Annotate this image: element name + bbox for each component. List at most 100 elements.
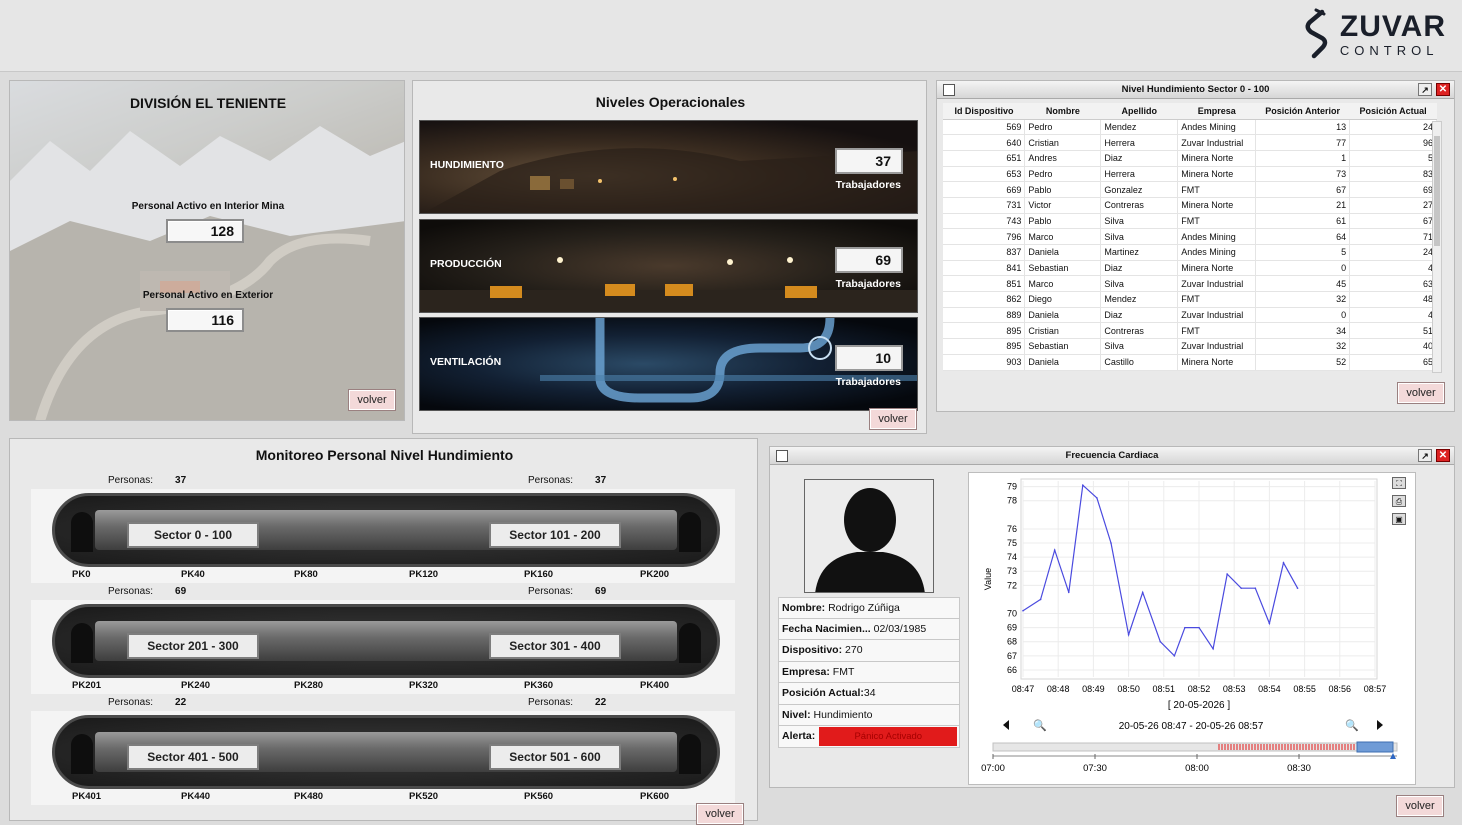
close-icon[interactable]: ✕ [1436,449,1450,462]
info-posicion: Posición Actual:34 [778,683,960,705]
table-row[interactable]: 669 Pablo Gonzalez FMT 67 69 [943,181,1437,198]
personas-count: 69 [175,586,187,597]
table-row[interactable]: 731 Victor Contreras Minera Norte 21 27 [943,197,1437,214]
column-header[interactable]: Nombre [1024,103,1101,120]
sector-button-left[interactable]: Sector 0 - 100 [127,522,259,548]
level-card-ventilacion[interactable]: VENTILACIÓN 10 Trabajadores [419,317,918,411]
table-cell: 4 [1349,260,1437,277]
table-row[interactable]: 895 Cristian Contreras FMT 34 51 [943,322,1437,340]
table-row[interactable]: 889 Daniela Diaz Zuvar Industrial 0 4 [943,307,1437,324]
table-cell: Sebastian [1024,338,1102,355]
x-tick-label: 08:52 [1188,684,1211,694]
personas-label: Personas: [108,475,154,486]
niveles-title: Niveles Operacionales [595,94,746,110]
table-cell: 903 [943,354,1026,371]
table-cell: Diaz [1100,307,1179,324]
table-cell: Gonzalez [1100,181,1179,198]
tunnel-graphic: Sector 0 - 100 Sector 101 - 200 [52,493,720,567]
table-cell: Daniela [1024,354,1102,371]
table-row[interactable]: 895 Sebastian Silva Zuvar Industrial 32 40 [943,338,1437,355]
table-cell: 13 [1255,119,1351,136]
maximize-icon[interactable]: ↗ [1418,449,1432,462]
nav-right-arrow-icon[interactable] [1377,720,1383,730]
tunnel-entrance-icon [679,734,701,774]
table-row[interactable]: 862 Diego Mendez FMT 32 48 [943,291,1437,308]
volver-button[interactable]: volver [696,803,744,825]
column-header[interactable]: Posición Anterior [1255,103,1350,120]
y-tick-label: 78 [1007,496,1017,506]
table-row[interactable]: 851 Marco Silva Zuvar Industrial 45 63 [943,275,1437,293]
table-cell: 669 [943,181,1026,198]
table-row[interactable]: 640 Cristian Herrera Zuvar Industrial 77 96 [943,134,1437,151]
table-row[interactable]: 796 Marco Silva Andes Mining 64 71 [943,228,1437,245]
table-cell: 77 [1255,134,1351,151]
tunnel-entrance-icon [71,512,93,552]
range-label: 20-05-26 08:47 - 20-05-26 08:57 [1119,721,1264,732]
table-scrollbar[interactable] [1432,121,1442,373]
table-cell: 0 [1255,260,1351,277]
table-row[interactable]: 569 Pedro Mendez Andes Mining 13 24 [943,119,1437,136]
scrollbar-thumb[interactable] [1434,136,1440,246]
table-row[interactable]: 743 Pablo Silva FMT 61 67 [943,213,1437,230]
table-cell: Andes Mining [1177,119,1257,136]
table-row[interactable]: 651 Andres Diaz Minera Norte 1 5 [943,150,1437,167]
sector-button-right[interactable]: Sector 101 - 200 [489,522,621,548]
x-axis-label: [ 20-05-2026 ] [1168,700,1230,711]
nav-left-arrow-icon[interactable] [1003,720,1009,730]
table-header-row: Id Dispositivo Nombre Apellido Empresa P… [943,103,1437,120]
x-tick-label: 08:48 [1047,684,1070,694]
volver-button[interactable]: volver [348,389,396,411]
person-silhouette-icon [815,488,925,592]
pk-marker-label: PK600 [640,791,670,802]
pk-marker-label: PK80 [294,569,318,580]
table-cell: 851 [943,275,1026,293]
window-titlebar: Frecuencia Cardiaca ↗ ✕ [770,447,1454,465]
print-icon[interactable]: ⎙ [1392,495,1406,507]
level-card-produccion[interactable]: PRODUCCIÓN 69 Trabajadores [419,219,918,313]
table-row[interactable]: 903 Daniela Castillo Minera Norte 52 65 [943,354,1437,371]
tunnel-graphic: Sector 401 - 500 Sector 501 - 600 [52,715,720,789]
sector-button-left[interactable]: Sector 401 - 500 [127,744,259,770]
sector-button-left[interactable]: Sector 201 - 300 [127,633,259,659]
sector-button-right[interactable]: Sector 301 - 400 [489,633,621,659]
volver-button[interactable]: volver [1396,795,1444,817]
zuvar-logo: ZUVAR CONTROL [1302,8,1446,60]
tunnel-graphic: Sector 201 - 300 Sector 301 - 400 [52,604,720,678]
heart-rate-point [1096,497,1098,499]
column-header[interactable]: Empresa [1177,103,1256,120]
table-row[interactable]: 841 Sebastian Diaz Minera Norte 0 4 [943,260,1437,277]
column-header[interactable]: Apellido [1100,103,1178,120]
table-cell: Silva [1100,213,1179,230]
range-selection-handle[interactable] [1356,741,1394,753]
close-icon[interactable]: ✕ [1436,83,1450,96]
save-icon[interactable]: ▣ [1392,513,1406,525]
table-cell: 569 [943,119,1026,136]
tunnel-entrance-icon [679,512,701,552]
table-cell: Silva [1100,338,1179,355]
heart-rate-chart-svg: 66 67 68 69 70 72 73 74 75 76 78 79 08:47 08:48 08:49 0… [981,478,1398,774]
division-panel: DIVISIÓN EL TENIENTE Personal Activo en … [9,80,405,421]
heart-rate-point [1141,591,1144,594]
sector-button-right[interactable]: Sector 501 - 600 [489,744,621,770]
window-checkbox[interactable] [943,84,955,96]
tunnel-entrance-icon [71,623,93,663]
table-cell: 837 [943,244,1026,261]
time-axis-label: 08:00 [1185,763,1209,774]
level-card-hundimiento[interactable]: HUNDIMIENTO 37 Trabajadores [419,120,918,214]
y-tick-label: 66 [1007,665,1017,675]
volver-button[interactable]: volver [1397,382,1445,404]
exterior-label: Personal Activo en Exterior [142,290,274,301]
personas-right: Personas: 37 [528,475,606,486]
table-cell: 96 [1349,134,1437,151]
column-header[interactable]: Posición Actual [1349,103,1437,120]
window-checkbox[interactable] [776,450,788,462]
volver-button[interactable]: volver [869,408,917,430]
column-header[interactable]: Id Dispositivo [943,103,1025,120]
maximize-icon[interactable]: ↗ [1418,83,1432,96]
table-cell: Pablo [1024,213,1102,230]
pk-marker-label: PK201 [72,680,102,691]
fullscreen-icon[interactable]: ⛶ [1392,477,1406,489]
table-row[interactable]: 837 Daniela Martinez Andes Mining 5 24 [943,244,1437,261]
table-row[interactable]: 653 Pedro Herrera Minera Norte 73 83 [943,166,1437,183]
brand-name: ZUVAR [1339,9,1446,43]
